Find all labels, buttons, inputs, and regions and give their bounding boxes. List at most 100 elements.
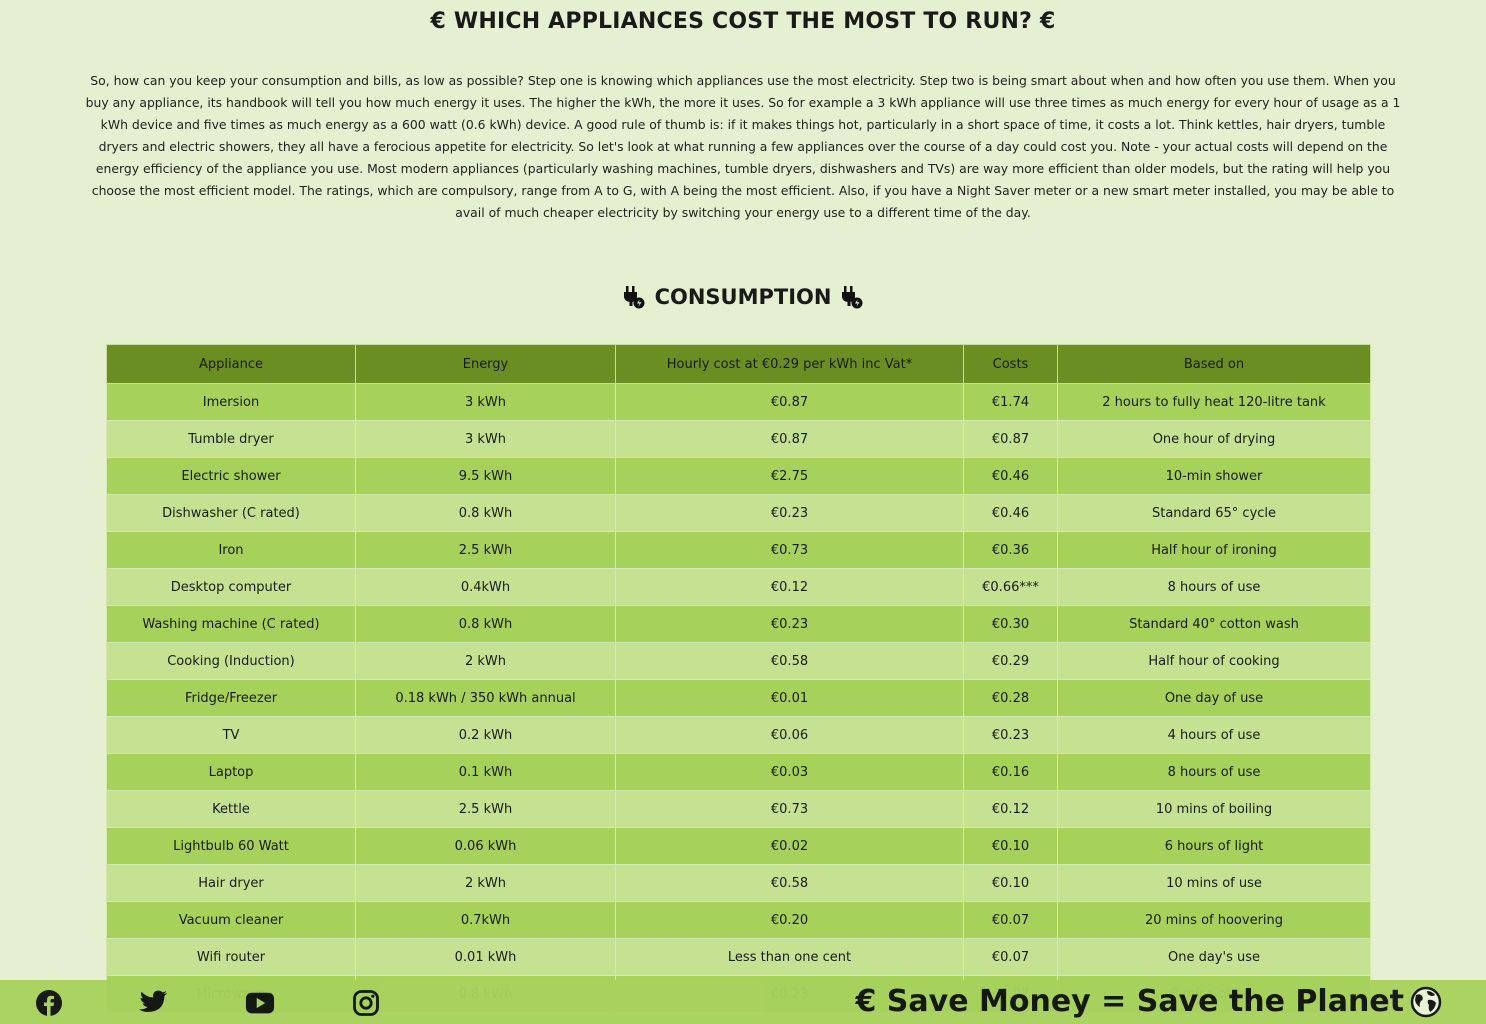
table-header-row: Appliance Energy Hourly cost at €0.29 pe… bbox=[106, 344, 1371, 384]
table-cell-hourly-cost: €0.23 bbox=[615, 605, 964, 643]
section-title-text: CONSUMPTION bbox=[654, 285, 832, 309]
table-cell-costs: €0.46 bbox=[963, 457, 1058, 495]
table-cell-costs: €0.07 bbox=[963, 901, 1058, 939]
table-cell-energy: 3 kWh bbox=[355, 420, 616, 458]
table-cell-based-on: 4 hours of use bbox=[1057, 716, 1371, 754]
table-cell-based-on: 10 mins of use bbox=[1057, 864, 1371, 902]
table-cell-appliance: Cooking (Induction) bbox=[106, 642, 356, 680]
table-cell-costs: €0.28 bbox=[963, 679, 1058, 717]
table-cell-energy: 2.5 kWh bbox=[355, 790, 616, 828]
table-cell-appliance: Lightbulb 60 Watt bbox=[106, 827, 356, 865]
table-cell-costs: €0.29 bbox=[963, 642, 1058, 680]
table-cell-appliance: Tumble dryer bbox=[106, 420, 356, 458]
table-cell-energy: 0.2 kWh bbox=[355, 716, 616, 754]
table-cell-appliance: Fridge/Freezer bbox=[106, 679, 356, 717]
table-cell-hourly-cost: €0.87 bbox=[615, 420, 964, 458]
table-row: Vacuum cleaner 0.7kWh €0.20 €0.07 20 mins of… bbox=[106, 901, 1371, 939]
table-cell-based-on: 10 mins of boiling bbox=[1057, 790, 1371, 828]
table-row: Wifi router 0.01 kWh Less than one cent €0.… bbox=[106, 938, 1371, 976]
table-row: Tumble dryer 3 kWh €0.87 €0.87 One hour of d… bbox=[106, 420, 1371, 458]
table-cell-hourly-cost: €0.23 bbox=[615, 494, 964, 532]
table-cell-costs: €0.36 bbox=[963, 531, 1058, 569]
table-cell-hourly-cost: €0.01 bbox=[615, 679, 964, 717]
table-cell-appliance: Imersion bbox=[106, 383, 356, 421]
table-cell-based-on: Half hour of cooking bbox=[1057, 642, 1371, 680]
table-cell-energy: 0.8 kWh bbox=[355, 605, 616, 643]
table-cell-costs: €0.23 bbox=[963, 716, 1058, 754]
table-cell-based-on: One day's use bbox=[1057, 938, 1371, 976]
twitter-icon[interactable] bbox=[138, 988, 168, 1018]
table-cell-energy: 0.4kWh bbox=[355, 568, 616, 606]
table-cell-energy: 0.1 kWh bbox=[355, 753, 616, 791]
table-row: Desktop computer 0.4kWh €0.12 €0.66*** 8 hou… bbox=[106, 568, 1371, 606]
table-cell-appliance: Vacuum cleaner bbox=[106, 901, 356, 939]
table-row: Cooking (Induction) 2 kWh €0.58 €0.29 Half h… bbox=[106, 642, 1371, 680]
table-cell-appliance: Washing machine (C rated) bbox=[106, 605, 356, 643]
footer-slogan: € Save Money = Save the Planet bbox=[855, 982, 1442, 1022]
table-cell-appliance: Electric shower bbox=[106, 457, 356, 495]
instagram-icon[interactable] bbox=[351, 988, 381, 1018]
table-cell-based-on: 8 hours of use bbox=[1057, 753, 1371, 791]
table-cell-energy: 0.06 kWh bbox=[355, 827, 616, 865]
table-cell-energy: 2 kWh bbox=[355, 864, 616, 902]
table-cell-hourly-cost: €0.73 bbox=[615, 531, 964, 569]
table-cell-costs: €0.16 bbox=[963, 753, 1058, 791]
table-body: Imersion 3 kWh €0.87 €1.74 2 hours to fully … bbox=[106, 383, 1371, 1013]
table-row: Fridge/Freezer 0.18 kWh / 350 kWh annual €… bbox=[106, 679, 1371, 717]
slogan-text: € Save Money = Save the Planet bbox=[855, 984, 1404, 1019]
table-cell-hourly-cost: €0.87 bbox=[615, 383, 964, 421]
table-cell-costs: €0.12 bbox=[963, 790, 1058, 828]
table-row: Kettle 2.5 kWh €0.73 €0.12 10 mins of boilin… bbox=[106, 790, 1371, 828]
table-cell-energy: 9.5 kWh bbox=[355, 457, 616, 495]
table-row: Iron 2.5 kWh €0.73 €0.36 Half hour of ironin… bbox=[106, 531, 1371, 569]
table-cell-costs: €0.10 bbox=[963, 827, 1058, 865]
table-cell-energy: 2.5 kWh bbox=[355, 531, 616, 569]
table-cell-hourly-cost: €0.02 bbox=[615, 827, 964, 865]
table-cell-appliance: Laptop bbox=[106, 753, 356, 791]
table-cell-hourly-cost: Less than one cent bbox=[615, 938, 964, 976]
table-cell-costs: €1.74 bbox=[963, 383, 1058, 421]
section-title: CONSUMPTION bbox=[0, 280, 1486, 314]
table-cell-hourly-cost: €0.58 bbox=[615, 642, 964, 680]
table-cell-energy: 0.7kWh bbox=[355, 901, 616, 939]
table-cell-based-on: Standard 65° cycle bbox=[1057, 494, 1371, 532]
table-cell-energy: 3 kWh bbox=[355, 383, 616, 421]
footer-bar: € Save Money = Save the Planet bbox=[0, 980, 1486, 1024]
column-header-hourly-cost: Hourly cost at €0.29 per kWh inc Vat* bbox=[615, 344, 964, 384]
table-cell-costs: €0.10 bbox=[963, 864, 1058, 902]
table-cell-energy: 0.01 kWh bbox=[355, 938, 616, 976]
table-cell-hourly-cost: €0.12 bbox=[615, 568, 964, 606]
table-cell-hourly-cost: €0.06 bbox=[615, 716, 964, 754]
table-cell-appliance: Wifi router bbox=[106, 938, 356, 976]
table-cell-based-on: 20 mins of hoovering bbox=[1057, 901, 1371, 939]
table-cell-appliance: TV bbox=[106, 716, 356, 754]
table-row: Dishwasher (C rated) 0.8 kWh €0.23 €0.46 Sta… bbox=[106, 494, 1371, 532]
table-cell-energy: 0.8 kWh bbox=[355, 494, 616, 532]
table-row: TV 0.2 kWh €0.06 €0.23 4 hours of use bbox=[106, 716, 1371, 754]
table-cell-costs: €0.07 bbox=[963, 938, 1058, 976]
consumption-table: Appliance Energy Hourly cost at €0.29 pe… bbox=[106, 344, 1371, 1013]
table-row: Lightbulb 60 Watt 0.06 kWh €0.02 €0.10 6 hou… bbox=[106, 827, 1371, 865]
page: € WHICH APPLIANCES COST THE MOST TO RUN?… bbox=[0, 0, 1486, 1024]
table-cell-based-on: 2 hours to fully heat 120-litre tank bbox=[1057, 383, 1371, 421]
table-cell-appliance: Desktop computer bbox=[106, 568, 356, 606]
youtube-icon[interactable] bbox=[245, 988, 275, 1018]
table-cell-costs: €0.66*** bbox=[963, 568, 1058, 606]
intro-paragraph: So, how can you keep your consumption an… bbox=[85, 73, 1401, 220]
column-header-based-on: Based on bbox=[1057, 344, 1371, 384]
table-row: Washing machine (C rated) 0.8 kWh €0.23 €0.… bbox=[106, 605, 1371, 643]
table-cell-energy: 0.18 kWh / 350 kWh annual bbox=[355, 679, 616, 717]
table-row: Electric shower 9.5 kWh €2.75 €0.46 10-min s… bbox=[106, 457, 1371, 495]
column-header-costs: Costs bbox=[963, 344, 1058, 384]
table-cell-hourly-cost: €0.58 bbox=[615, 864, 964, 902]
column-header-appliance: Appliance bbox=[106, 344, 356, 384]
table-row: Hair dryer 2 kWh €0.58 €0.10 10 mins of use bbox=[106, 864, 1371, 902]
table-cell-energy: 2 kWh bbox=[355, 642, 616, 680]
facebook-icon[interactable] bbox=[34, 988, 64, 1018]
table-cell-hourly-cost: €0.03 bbox=[615, 753, 964, 791]
table-row: Laptop 0.1 kWh €0.03 €0.16 8 hours of use bbox=[106, 753, 1371, 791]
table-cell-appliance: Dishwasher (C rated) bbox=[106, 494, 356, 532]
table-cell-costs: €0.46 bbox=[963, 494, 1058, 532]
table-cell-costs: €0.30 bbox=[963, 605, 1058, 643]
table-cell-based-on: Half hour of ironing bbox=[1057, 531, 1371, 569]
